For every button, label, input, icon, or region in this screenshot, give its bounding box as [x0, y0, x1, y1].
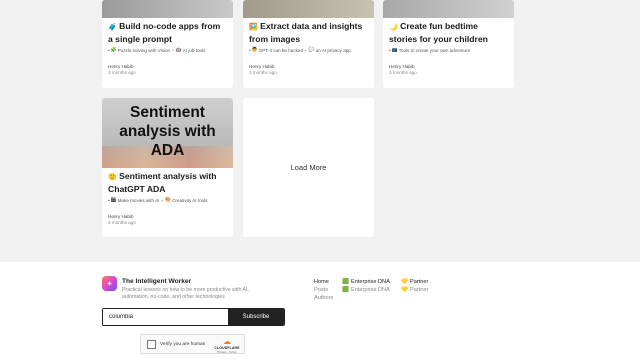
tag-separator: • [305, 48, 307, 53]
post-tag[interactable]: • 📺 Tools to create your own adventure [389, 48, 470, 54]
captcha-label: Verify you are human [160, 342, 206, 347]
load-more-button[interactable]: Load More [243, 98, 374, 237]
palette-icon: 🎨 [165, 198, 172, 203]
post-tags: • 🎬 Make movies with AI • 🎨 Creativity AI t… [108, 198, 227, 204]
footer-link-partner[interactable]: 💛 Partner [401, 286, 428, 294]
brand-description: Practical lessons on how to be more prod… [122, 287, 249, 300]
cloudflare-logo: ☁ CLOUDFLARE Privacy · Terms [213, 337, 241, 355]
person-icon: 👨 [251, 48, 258, 53]
post-tag[interactable]: 🎨 Creativity AI tools [165, 198, 207, 204]
footer-nav-main: Home Posts Authors [314, 278, 333, 303]
site-footer: ✦ The Intelligent Worker Practical lesso… [0, 262, 640, 360]
captcha-widget: Verify you are human ☁ CLOUDFLARE Privac… [140, 334, 245, 354]
subscribe-form: Subscribe [102, 308, 285, 326]
post-date: 3 months ago [389, 70, 417, 75]
enterprise-dna-icon: 🟩 [342, 279, 349, 285]
footer-nav-enterprise: 🟩 Enterprise DNA 🟩 Enterprise DNA [342, 278, 390, 294]
post-card[interactable]: Sentiment analysis with ADA 🙂 Sentiment … [102, 98, 233, 237]
captcha-checkbox[interactable] [147, 340, 156, 349]
footer-nav-partner: 💛 Partner 💛 Partner [401, 278, 428, 294]
post-tag[interactable]: 🤖 AI job tools [176, 48, 206, 54]
tv-icon: 📺 [391, 48, 398, 53]
tag-separator: • [172, 48, 174, 53]
post-thumbnail [102, 0, 233, 18]
footer-link-enterprise-dna[interactable]: 🟩 Enterprise DNA [342, 286, 390, 294]
posts-grid: 🧳 Build no-code apps from a single promp… [0, 0, 640, 262]
post-date: 3 months ago [108, 70, 136, 75]
clapper-icon: 🎬 [110, 198, 117, 203]
post-card[interactable]: 🌙 Create fun bedtime stories for your ch… [383, 0, 514, 88]
post-tags: • 🧩 Puzzle solving with Vision • 🤖 AI job t… [108, 48, 227, 54]
post-title[interactable]: 🧳 Build no-code apps from a single promp… [108, 21, 227, 44]
speech-bubble-icon: 💬 [308, 48, 315, 53]
brand-name[interactable]: The Intelligent Worker [122, 278, 191, 285]
post-tag[interactable]: • 🎬 Make movies with AI [108, 198, 159, 204]
smile-icon: 🙂 [108, 174, 117, 181]
post-tags: • 👨 GPT-4 can be hacked • 💬 an AI privacy a… [249, 48, 368, 54]
captcha-links[interactable]: Privacy · Terms [213, 350, 241, 354]
moon-icon: 🌙 [389, 24, 398, 31]
post-tags: • 📺 Tools to create your own adventure [389, 48, 508, 54]
puzzle-icon: 🧩 [110, 48, 117, 53]
post-thumbnail [383, 0, 514, 18]
post-card[interactable]: 🖼️ Extract data and insights from images… [243, 0, 374, 88]
cloud-icon: ☁ [223, 337, 231, 346]
post-title[interactable]: 🙂 Sentiment analysis with ChatGPT ADA [108, 171, 227, 194]
post-tag[interactable]: • 👨 GPT-4 can be hacked [249, 48, 303, 54]
footer-link-partner[interactable]: 💛 Partner [401, 278, 428, 286]
heart-icon: 💛 [401, 287, 408, 294]
post-thumbnail: Sentiment analysis with ADA [102, 98, 233, 168]
post-tag[interactable]: 💬 an AI privacy app [309, 48, 351, 54]
tag-separator: • [161, 198, 164, 203]
footer-link-home[interactable]: Home [314, 278, 333, 286]
post-title[interactable]: 🌙 Create fun bedtime stories for your ch… [389, 21, 508, 44]
footer-link-enterprise-dna[interactable]: 🟩 Enterprise DNA [342, 278, 390, 286]
subscribe-button[interactable]: Subscribe [228, 309, 284, 325]
picture-icon: 🖼️ [249, 24, 258, 31]
footer-link-authors[interactable]: Authors [314, 294, 333, 302]
post-thumbnail [243, 0, 374, 18]
brand-logo-icon[interactable]: ✦ [102, 276, 117, 291]
post-card[interactable]: 🧳 Build no-code apps from a single promp… [102, 0, 233, 88]
email-field[interactable] [103, 309, 228, 325]
post-date: 3 months ago [249, 70, 277, 75]
post-title[interactable]: 🖼️ Extract data and insights from images [249, 21, 368, 44]
thumbnail-text: Sentiment analysis with ADA [119, 104, 216, 159]
enterprise-dna-icon: 🟩 [342, 287, 349, 294]
suitcase-icon: 🧳 [108, 24, 117, 31]
footer-link-posts[interactable]: Posts [314, 286, 333, 294]
post-tag[interactable]: • 🧩 Puzzle solving with Vision [108, 48, 170, 54]
robot-icon: 🤖 [175, 48, 182, 53]
post-date: 3 months ago [108, 220, 136, 225]
heart-icon: 💛 [401, 279, 408, 285]
